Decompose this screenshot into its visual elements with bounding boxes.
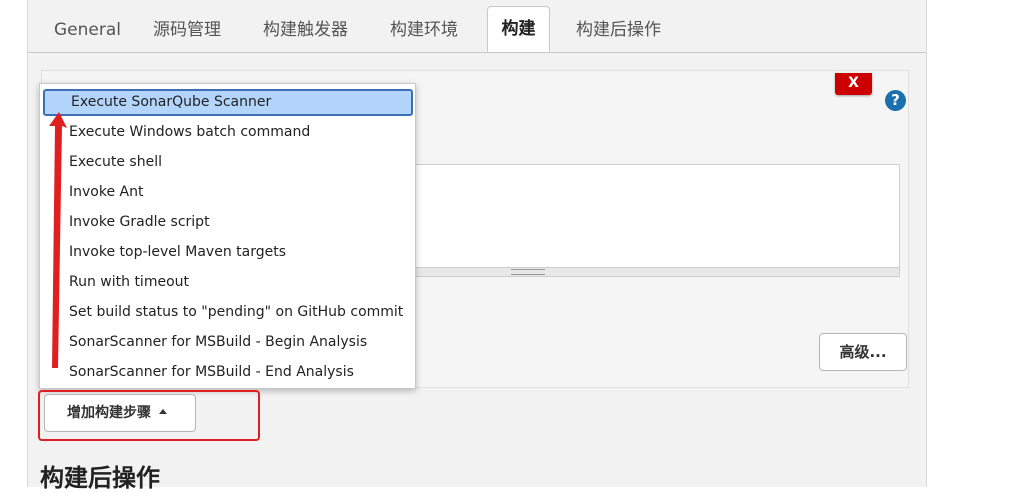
post-build-heading: 构建后操作 [40, 464, 160, 492]
annotation-arrow-shape [49, 112, 67, 368]
annotation-arrow [49, 112, 67, 368]
